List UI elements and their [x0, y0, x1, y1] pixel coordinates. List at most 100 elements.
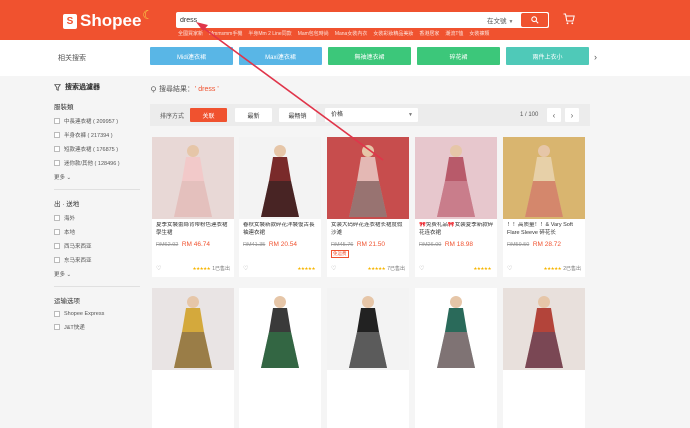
product-card[interactable]: 春秋女裝新款碎花洋裝復古長袖連衣裙 RM41.35 RM 20.54 ♡ ★★★… [239, 137, 321, 277]
heart-icon[interactable]: ♡ [243, 265, 248, 272]
checkbox[interactable] [54, 146, 60, 152]
product-image[interactable] [415, 137, 497, 219]
filter-icon [54, 83, 61, 91]
product-card[interactable] [415, 288, 497, 428]
checkbox[interactable] [54, 215, 60, 221]
product-image[interactable] [415, 288, 497, 370]
product-name[interactable]: 🎀免费礼品🎀女装夏季新款碎花连衣裙 [419, 222, 494, 237]
product-name[interactable]: 夏季女裝蕾絲背帶粉色連衣裙學生裙 [156, 222, 231, 237]
filter-option[interactable]: 半身衣褲 ( 217394 ) [54, 131, 144, 139]
product-card[interactable] [327, 288, 409, 428]
shopee-logo[interactable]: S Shopee ☾ [63, 8, 153, 31]
suggestion-link[interactable]: 全國買家新 [178, 30, 203, 37]
sort-latest-button[interactable]: 最新 [235, 108, 272, 122]
checkbox[interactable] [54, 257, 60, 263]
product-image[interactable] [152, 137, 234, 219]
product-footer: ♡ ★★★★★ 1已售出 [156, 265, 230, 273]
product-name[interactable] [507, 373, 582, 388]
product-card[interactable]: 夏季女裝蕾絲背帶粉色連衣裙學生裙 RM62.92 RM 46.74 ♡ ★★★★… [152, 137, 234, 277]
product-image[interactable] [327, 288, 409, 370]
lightbulb-icon [151, 85, 156, 92]
suggestion-link[interactable]: Mmmsmm手機 [209, 30, 242, 37]
rating-stars-icon: ★★★★★ [192, 265, 211, 271]
sort-top-sales-button[interactable]: 最畅销 [279, 108, 316, 122]
heart-icon[interactable]: ♡ [419, 265, 424, 272]
search-icon [530, 16, 539, 24]
heart-icon[interactable]: ♡ [156, 265, 161, 272]
more-label: 更多 [54, 272, 66, 278]
suggestion-link[interactable]: 半身Mm 2 Line同款 [248, 30, 291, 37]
search-scope-select[interactable]: 在文號 ▼ [487, 15, 513, 25]
product-card[interactable] [239, 288, 321, 428]
cart-icon[interactable] [563, 13, 575, 25]
product-name[interactable] [419, 373, 494, 388]
more-link[interactable]: 更多 ⌄ [54, 173, 144, 181]
product-image[interactable] [239, 288, 321, 370]
category-tile[interactable]: Maxi連衣裙 [239, 47, 322, 65]
product-card[interactable]: 女装大码碎花连衣裙长裙度假沙滩 RM45.76 RM 21.50 免运费 ♡ ★… [327, 137, 409, 277]
search-input[interactable] [180, 14, 450, 26]
suggestion-link[interactable]: 女裝彩妝精品美妝 [373, 30, 413, 37]
checkbox[interactable] [54, 311, 60, 317]
suggestion-link[interactable]: Mana女裝內衣 [335, 30, 368, 37]
product-image[interactable] [152, 288, 234, 370]
suggestion-link[interactable]: 香港居家 [419, 30, 439, 37]
sale-price: RM 28.72 [532, 241, 562, 248]
filter-option[interactable]: 西马来西亚 [54, 242, 144, 250]
product-image[interactable] [503, 288, 585, 370]
next-page-button[interactable]: › [565, 108, 579, 122]
product-name[interactable] [331, 373, 406, 388]
price-sort-select[interactable]: 价格 ▼ [325, 108, 418, 122]
suggestion-link[interactable]: 潮流T恤 [445, 30, 463, 37]
product-price: RM26.00 RM 18.98 [419, 241, 473, 248]
sort-relevance-button[interactable]: 关联 [190, 108, 227, 122]
prev-page-button[interactable]: ‹ [547, 108, 561, 122]
category-tile[interactable]: 無袖連衣裙 [328, 47, 411, 65]
product-card[interactable]: 🎀免费礼品🎀女装夏季新款碎花连衣裙 RM26.00 RM 18.98 ♡ ★★★… [415, 137, 497, 277]
product-name[interactable]: ！！高质量！！& Vary Soft Flare Sleeve 碎花长 [507, 222, 582, 237]
product-image[interactable] [327, 137, 409, 219]
product-image[interactable] [503, 137, 585, 219]
filter-option[interactable]: 海外 [54, 214, 144, 222]
category-tile[interactable]: 兩件上衣小 [506, 47, 589, 65]
related-title: 相关搜索 [58, 55, 86, 62]
product-name[interactable] [243, 373, 318, 388]
free-shipping-tag: 免运费 [331, 250, 349, 258]
chevron-right-icon[interactable]: › [594, 52, 597, 62]
checkbox[interactable] [54, 160, 60, 166]
suggestion-link[interactable]: Mam包包時尚 [298, 30, 329, 37]
filter-option[interactable]: 中長連衣裙 ( 209957 ) [54, 117, 144, 125]
chevron-left-icon: ‹ [552, 110, 556, 120]
product-card[interactable] [152, 288, 234, 428]
product-name[interactable] [156, 373, 231, 388]
sale-price: RM 21.50 [356, 241, 386, 248]
checkbox[interactable] [54, 132, 60, 138]
product-name[interactable]: 女装大码碎花连衣裙长裙度假沙滩 [331, 222, 406, 237]
product-price: RM41.35 RM 20.54 [243, 241, 297, 248]
heart-icon[interactable]: ♡ [507, 265, 512, 272]
checkbox[interactable] [54, 118, 60, 124]
category-tile[interactable]: 碎花裙 [417, 47, 500, 65]
product-card[interactable] [503, 288, 585, 428]
search-suggestions: 全國買家新 Mmmsmm手機 半身Mm 2 Line同款 Mam包包時尚 Man… [178, 30, 489, 37]
heart-icon[interactable]: ♡ [331, 265, 336, 272]
checkbox[interactable] [54, 324, 60, 330]
category-tile[interactable]: Midi連衣裙 [150, 47, 233, 65]
checkbox[interactable] [54, 243, 60, 249]
filter-option[interactable]: 短款連衣裙 ( 176875 ) [54, 145, 144, 153]
filter-option[interactable]: 东马来西亚 [54, 256, 144, 264]
filter-option[interactable]: 迷你款/其他 ( 128496 ) [54, 159, 144, 167]
filter-option[interactable]: J&T快递 [54, 323, 144, 331]
product-name[interactable]: 春秋女裝新款碎花洋裝復古長袖連衣裙 [243, 222, 318, 237]
product-image[interactable] [239, 137, 321, 219]
suggestion-link[interactable]: 女裝褲類 [469, 30, 489, 37]
checkbox[interactable] [54, 229, 60, 235]
filter-option[interactable]: Shopee Express [54, 311, 144, 317]
more-link[interactable]: 更多 ⌄ [54, 270, 144, 278]
filter-option[interactable]: 本地 [54, 228, 144, 236]
product-photo [239, 137, 321, 219]
product-card[interactable]: ！！高质量！！& Vary Soft Flare Sleeve 碎花长 RM59… [503, 137, 585, 277]
section-title: 服裝類 [54, 104, 74, 111]
search-button[interactable] [521, 13, 548, 27]
filter-option-label: Shopee Express [64, 311, 105, 317]
